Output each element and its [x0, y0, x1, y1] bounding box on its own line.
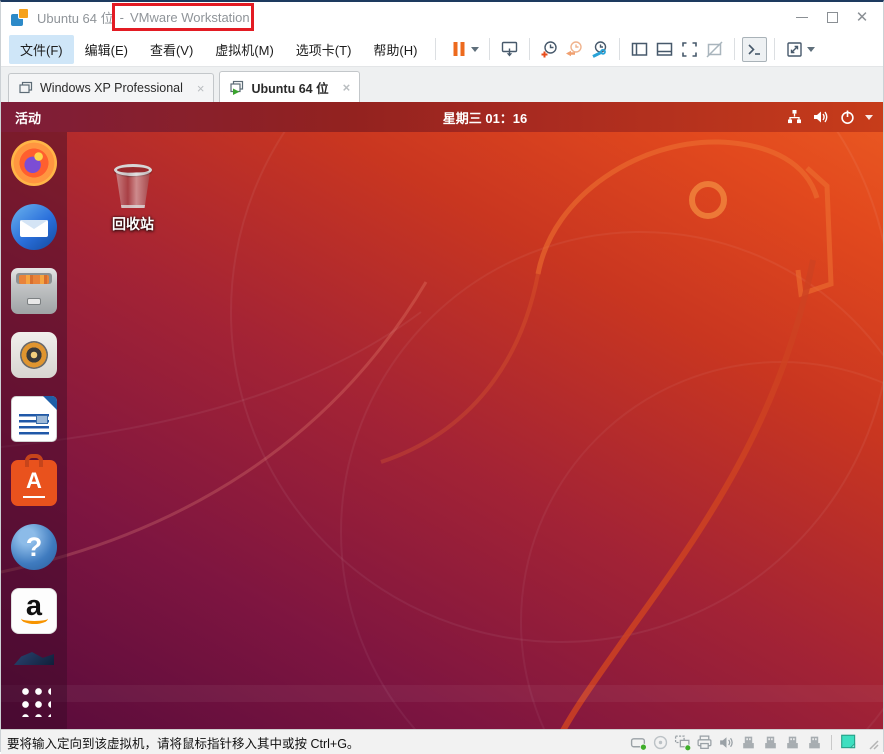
revert-snapshot-icon — [565, 40, 584, 59]
trash-bucket-icon — [110, 162, 156, 210]
menu-vm[interactable]: 虚拟机(M) — [204, 35, 285, 64]
take-snapshot-icon — [540, 40, 559, 59]
toolbar-separator — [435, 38, 436, 60]
usb-4-icon[interactable] — [806, 734, 823, 751]
title-separator: - — [120, 10, 124, 25]
window-title: Ubuntu 64 位 - VMware Workstation — [37, 8, 250, 27]
status-bar: 要将输入定向到该虚拟机，请将鼠标指针移入其中或按 Ctrl+G。 — [1, 729, 883, 754]
minimize-icon — [796, 17, 808, 18]
menu-toolbar: 文件(F) 编辑(E) 查看(V) 虚拟机(M) 选项卡(T) 帮助(H) — [1, 32, 883, 66]
volume-icon — [812, 109, 830, 125]
system-status-area[interactable] — [782, 102, 877, 132]
tab-label: Ubuntu 64 位 — [251, 78, 328, 97]
revert-snapshot-button[interactable] — [562, 37, 587, 62]
dock-thunderbird-icon[interactable] — [11, 204, 57, 250]
dock: A ? a — [1, 132, 67, 729]
app-name: VMware Workstation — [130, 10, 250, 25]
system-menu-caret-icon — [865, 115, 873, 120]
fit-guest-caret-icon[interactable] — [807, 47, 815, 52]
toolbar — [447, 37, 818, 62]
usb-1-icon[interactable] — [740, 734, 757, 751]
manage-snapshots-button[interactable] — [587, 37, 612, 62]
menu-view[interactable]: 查看(V) — [139, 35, 204, 64]
vm-icon — [18, 80, 34, 96]
take-snapshot-button[interactable] — [537, 37, 562, 62]
maximize-button[interactable] — [817, 4, 847, 30]
titlebar: Ubuntu 64 位 - VMware Workstation ✕ — [1, 2, 883, 32]
show-applications-icon[interactable] — [18, 684, 51, 717]
menu-tabs[interactable]: 选项卡(T) — [285, 35, 363, 64]
fit-guest-icon — [785, 40, 804, 59]
pause-button[interactable] — [447, 37, 482, 61]
full-screen-icon — [680, 40, 699, 59]
power-icon — [839, 109, 856, 125]
trash-desktop-icon[interactable]: 回收站 — [99, 162, 167, 234]
window-controls: ✕ — [787, 4, 877, 30]
menu-edit[interactable]: 编辑(E) — [74, 35, 139, 64]
tab-close-icon[interactable]: × — [343, 81, 351, 94]
activities-button[interactable]: 活动 — [1, 102, 55, 132]
vm-screen[interactable]: 活动 星期三 01：16 — [1, 102, 883, 729]
close-icon: ✕ — [856, 10, 869, 25]
network-icon — [786, 109, 803, 125]
tab-windows-xp[interactable]: Windows XP Professional × — [8, 73, 214, 102]
ctrl-alt-del-icon — [500, 40, 519, 59]
pause-icon — [450, 40, 468, 58]
usb-3-icon[interactable] — [784, 734, 801, 751]
vm-name: Ubuntu 64 位 — [37, 8, 114, 27]
dock-rhythmbox-icon[interactable] — [11, 332, 57, 378]
maximize-icon — [827, 12, 838, 23]
printer-icon[interactable] — [696, 734, 713, 751]
show-thumbnail-bar-icon — [655, 40, 674, 59]
dock-ubuntu-software-icon[interactable]: A — [11, 460, 57, 506]
show-thumbnail-bar-button[interactable] — [652, 37, 677, 62]
wallpaper-light-band — [1, 685, 883, 702]
statusbar-separator — [831, 735, 832, 750]
dock-amazon-icon[interactable]: a — [11, 588, 57, 634]
dock-files-icon[interactable] — [11, 268, 57, 314]
status-message: 要将输入定向到该虚拟机，请将鼠标指针移入其中或按 Ctrl+G。 — [7, 733, 359, 752]
network-adapter-icon[interactable] — [674, 734, 691, 751]
dock-firefox-icon[interactable] — [11, 140, 57, 186]
tab-close-icon[interactable]: × — [197, 82, 205, 95]
close-button[interactable]: ✕ — [847, 4, 877, 30]
unity-mode-icon — [705, 40, 724, 59]
dock-libreoffice-writer-icon[interactable] — [11, 396, 57, 442]
tab-label: Windows XP Professional — [40, 81, 183, 95]
console-view-icon — [745, 40, 764, 59]
message-log-icon[interactable] — [840, 733, 858, 751]
hard-disk-icon[interactable] — [630, 734, 647, 751]
show-library-button[interactable] — [627, 37, 652, 62]
unity-mode-button[interactable] — [702, 37, 727, 62]
pause-caret-icon[interactable] — [471, 47, 479, 52]
console-view-button[interactable] — [742, 37, 767, 62]
tab-ubuntu[interactable]: Ubuntu 64 位 × — [219, 71, 360, 102]
manage-snapshots-icon — [590, 40, 609, 59]
trash-label: 回收站 — [99, 214, 167, 234]
dock-partial-app-icon[interactable] — [14, 652, 54, 665]
vm-running-icon — [229, 79, 245, 95]
vmware-logo-icon — [11, 8, 29, 26]
clock[interactable]: 星期三 01：16 — [443, 108, 528, 127]
sound-icon[interactable] — [718, 734, 735, 751]
full-screen-button[interactable] — [677, 37, 702, 62]
device-status-icons — [630, 733, 879, 751]
menu-file[interactable]: 文件(F) — [9, 35, 74, 64]
show-library-icon — [630, 40, 649, 59]
dock-help-icon[interactable]: ? — [11, 524, 57, 570]
menu-help[interactable]: 帮助(H) — [362, 35, 428, 64]
resize-grip-icon[interactable] — [863, 734, 879, 750]
usb-2-icon[interactable] — [762, 734, 779, 751]
vmware-window: Ubuntu 64 位 - VMware Workstation ✕ 文件(F)… — [0, 0, 884, 752]
ctrl-alt-del-button[interactable] — [497, 37, 522, 62]
minimize-button[interactable] — [787, 4, 817, 30]
cd-rom-icon[interactable] — [652, 734, 669, 751]
gnome-top-bar: 活动 星期三 01：16 — [1, 102, 883, 132]
tab-bar: Windows XP Professional × Ubuntu 64 位 × — [1, 66, 883, 102]
fit-guest-button[interactable] — [782, 37, 818, 62]
